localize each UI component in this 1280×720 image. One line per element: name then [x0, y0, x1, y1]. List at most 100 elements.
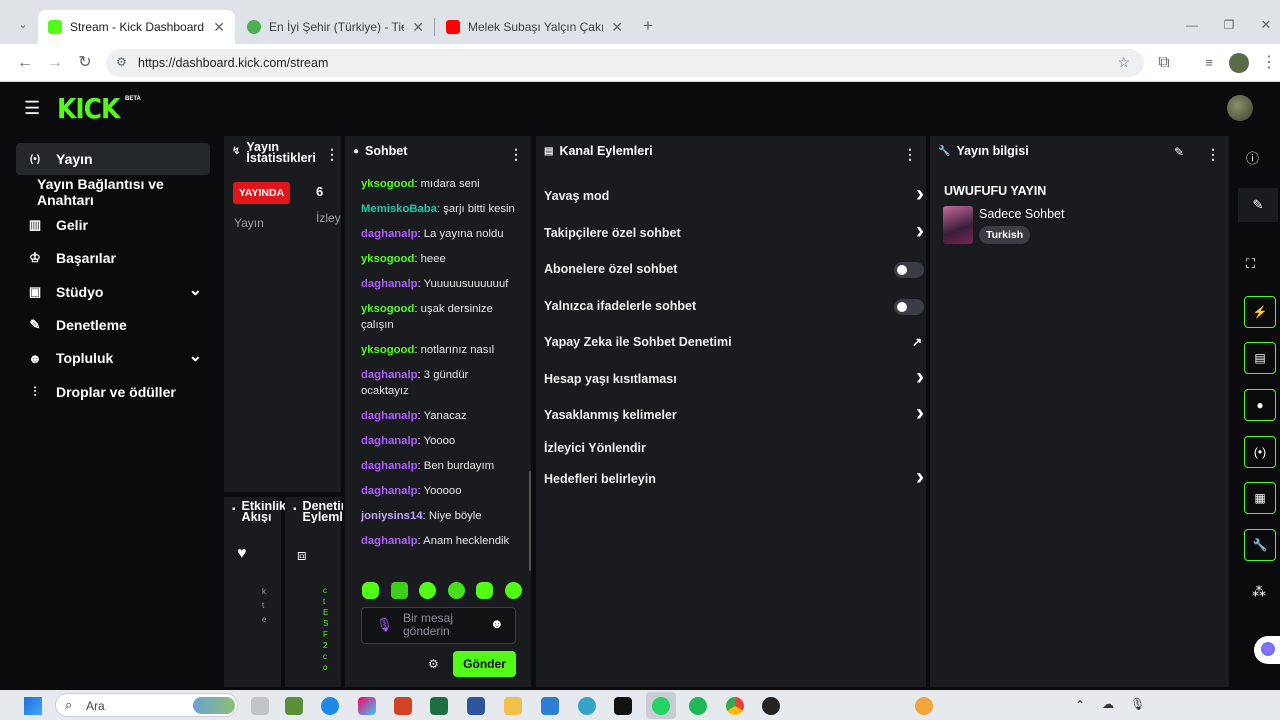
chevron-right-icon[interactable]: ›	[916, 463, 924, 491]
sidebar-item-gelir[interactable]: ▥ Gelir	[16, 209, 210, 241]
chat-username[interactable]: yksogood	[361, 303, 414, 315]
channel-action-row[interactable]: Hedefleri belirleyin ›	[544, 463, 924, 491]
new-tab-icon[interactable]: +	[637, 15, 659, 37]
excel-icon[interactable]	[430, 697, 448, 715]
chevron-down-icon[interactable]: ⌄	[189, 346, 202, 366]
toggle-switch[interactable]	[894, 262, 924, 278]
bookmark-star-icon[interactable]: ☆	[1117, 54, 1130, 71]
chevron-right-icon[interactable]: ›	[916, 217, 924, 245]
emote-icon[interactable]	[362, 582, 379, 599]
globe-app-icon[interactable]	[578, 697, 596, 715]
media-control-icon[interactable]: ≡	[1198, 52, 1220, 74]
category-name[interactable]: Sadece Sohbet	[979, 207, 1065, 221]
task-view-icon[interactable]	[251, 697, 269, 715]
channel-action-row[interactable]: Abonelere özel sohbet	[544, 257, 924, 281]
chat-username[interactable]: joniysins14	[361, 510, 423, 522]
emote-icon[interactable]	[419, 582, 437, 599]
edit-rail-icon[interactable]: ✎	[1238, 188, 1278, 222]
chat-username[interactable]: daghanalp	[361, 410, 418, 422]
microphone-icon[interactable]: 🎙	[376, 617, 393, 633]
sidebar-item-stream-key[interactable]: Yayın Bağlantısı ve Anahtarı	[16, 176, 210, 208]
close-tab-icon[interactable]: ✕	[213, 19, 225, 36]
fullscreen-icon[interactable]: ⛶	[1246, 256, 1255, 272]
external-link-icon[interactable]: ↗	[912, 335, 922, 349]
copilot-icon[interactable]	[358, 697, 376, 715]
broadcast-rail-icon[interactable]: (•)	[1244, 436, 1276, 468]
channel-action-row[interactable]: İzleyici Yönlendir	[544, 436, 924, 460]
hamburger-menu-icon[interactable]: ☰	[24, 98, 40, 119]
edge-icon[interactable]	[321, 697, 339, 715]
edit-pencil-icon[interactable]: ✎	[1174, 145, 1184, 159]
tray-chevron-icon[interactable]: ⌃	[1075, 698, 1085, 712]
close-window-icon[interactable]: ✕	[1255, 14, 1277, 36]
chat-scrollbar[interactable]	[529, 471, 531, 571]
powerpoint-icon[interactable]	[394, 697, 412, 715]
chevron-right-icon[interactable]: ›	[916, 363, 924, 391]
kick-logo[interactable]: KICK	[57, 93, 120, 125]
tab-youtube[interactable]: Melek Subaşı Yalçın Çakır Doğu ✕	[436, 10, 633, 44]
emote-icon[interactable]	[504, 582, 522, 599]
chat-username[interactable]: daghanalp	[361, 278, 418, 290]
browser-menu-icon[interactable]: ⋮	[1258, 52, 1280, 74]
chat-username[interactable]: daghanalp	[361, 369, 418, 381]
profile-avatar-icon[interactable]	[1229, 53, 1249, 73]
store-icon[interactable]	[541, 697, 559, 715]
reload-icon[interactable]: ↻	[74, 52, 96, 74]
channel-action-row[interactable]: Yalnızca ifadelerle sohbet	[544, 294, 924, 318]
user-avatar[interactable]	[1227, 95, 1253, 121]
tab-tier-list[interactable]: En İyi Şehir (Türkiye) - Tier List, ✕	[237, 10, 434, 44]
chrome-icon[interactable]	[726, 697, 744, 715]
weather-icon[interactable]	[915, 697, 933, 715]
chat-rail-icon[interactable]: ●	[1244, 389, 1276, 421]
tab-stream[interactable]: Stream - Kick Dashboard ✕	[38, 10, 235, 44]
close-tab-icon[interactable]: ✕	[412, 19, 424, 36]
tab-search-icon[interactable]: ⌄	[12, 14, 34, 36]
chat-username[interactable]: yksogood	[361, 178, 414, 190]
spotify-icon[interactable]	[689, 697, 707, 715]
chevron-down-icon[interactable]: ⌄	[189, 280, 202, 300]
wrench-rail-icon[interactable]: 🔧	[1244, 529, 1276, 561]
toggle-switch[interactable]	[894, 299, 924, 315]
tiktok-icon[interactable]	[614, 697, 632, 715]
send-button[interactable]: Gönder	[453, 651, 516, 677]
extensions-icon[interactable]: ⧉	[1153, 52, 1175, 74]
channel-action-row[interactable]: Takipçilere özel sohbet ›	[544, 217, 924, 245]
obs-icon[interactable]	[762, 697, 780, 715]
forward-icon[interactable]: →	[44, 52, 66, 74]
whatsapp-icon[interactable]	[652, 697, 670, 715]
minecraft-icon[interactable]	[285, 697, 303, 715]
document-icon[interactable]: ▤	[1244, 342, 1276, 374]
channel-action-row[interactable]: Yavaş mod ›	[544, 180, 924, 208]
community-rail-icon[interactable]: ⁂	[1252, 583, 1266, 600]
panel-menu-icon[interactable]: ⋮	[325, 146, 339, 163]
category-thumbnail[interactable]	[943, 206, 973, 244]
chat-username[interactable]: daghanalp	[361, 228, 418, 240]
panel-menu-icon[interactable]: ⋮	[509, 146, 523, 163]
taskbar-search[interactable]: ⌕ Ara	[55, 693, 238, 717]
sidebar-item-topluluk[interactable]: ☻ Topluluk ⌄	[16, 342, 210, 374]
onedrive-icon[interactable]: ☁	[1102, 697, 1114, 711]
sidebar-item-studyo[interactable]: ▣ Stüdyo ⌄	[16, 276, 210, 308]
layout-icon[interactable]: ▦	[1244, 482, 1276, 514]
emote-icon[interactable]	[447, 582, 465, 599]
chat-username[interactable]: daghanalp	[361, 460, 418, 472]
chat-username[interactable]: daghanalp	[361, 485, 418, 497]
close-tab-icon[interactable]: ✕	[611, 19, 623, 36]
chat-username[interactable]: daghanalp	[361, 435, 418, 447]
sidebar-item-yayin[interactable]: (•) Yayın	[16, 143, 210, 175]
panel-menu-icon[interactable]: ⋮	[903, 146, 917, 163]
sidebar-item-basarilar[interactable]: ♔ Başarılar	[16, 242, 210, 274]
channel-action-row[interactable]: Yapay Zeka ile Sohbet Denetimi ↗	[544, 330, 924, 354]
sidebar-item-droplar[interactable]: ⫶ Droplar ve ödüller	[16, 376, 210, 408]
chat-username[interactable]: yksogood	[361, 344, 414, 356]
emote-icon[interactable]	[390, 582, 408, 599]
emoji-icon[interactable]: ☻	[490, 616, 504, 631]
word-icon[interactable]	[467, 697, 485, 715]
info-icon[interactable]: ⓘ	[1246, 148, 1259, 167]
chat-input[interactable]: 🎙 Bir mesaj gönderin ☻	[361, 607, 516, 644]
minimize-icon[interactable]: —	[1181, 14, 1203, 36]
site-info-icon[interactable]: ⚙	[116, 55, 127, 69]
file-explorer-icon[interactable]	[504, 697, 522, 715]
chevron-right-icon[interactable]: ›	[916, 399, 924, 427]
ai-assistant-button[interactable]	[1254, 636, 1280, 664]
